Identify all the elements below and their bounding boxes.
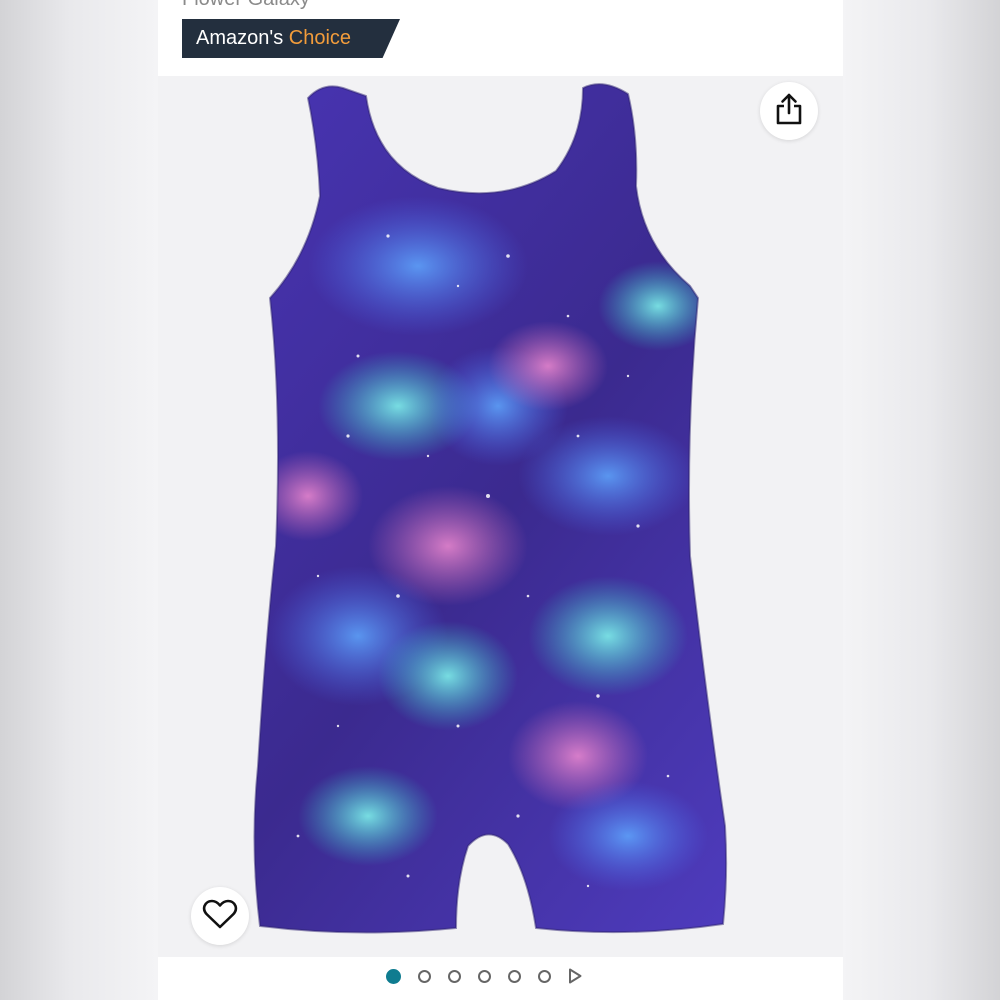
product-image-carousel[interactable] [158, 76, 843, 957]
carousel-dot[interactable] [418, 969, 431, 983]
badge-label-amazons: Amazon's [196, 27, 284, 49]
carousel-dot[interactable] [448, 969, 461, 983]
amazons-choice-badge[interactable]: Amazon's Choice [182, 19, 400, 58]
product-variant-title: Flower Galaxy [182, 0, 310, 11]
product-page: Flower Galaxy Amazon's Choice [158, 0, 843, 1000]
share-icon [774, 92, 804, 131]
carousel-dot[interactable] [478, 969, 491, 983]
heart-icon [202, 898, 238, 935]
share-button[interactable] [760, 82, 818, 140]
play-next-icon[interactable] [568, 968, 582, 984]
carousel-dot[interactable] [538, 969, 551, 983]
add-to-wishlist-button[interactable] [191, 887, 249, 945]
badge-label-choice: Choice [288, 27, 352, 49]
carousel-dot[interactable] [386, 968, 401, 984]
carousel-dot[interactable] [508, 969, 521, 983]
carousel-pagination [386, 968, 582, 984]
product-image[interactable] [158, 76, 843, 957]
